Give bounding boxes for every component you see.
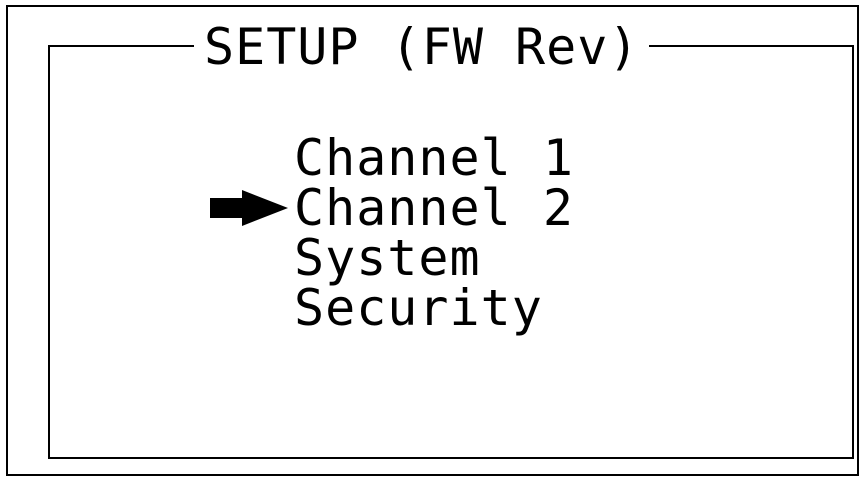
menu-item-label: System xyxy=(294,229,481,287)
menu-item-channel-2[interactable]: Channel 2 xyxy=(210,179,574,237)
menu-item-security[interactable]: Security xyxy=(294,283,574,333)
right-arrow-icon xyxy=(210,190,288,226)
menu-item-system[interactable]: System xyxy=(294,233,574,283)
setup-menu-list: Channel 1 Channel 2 System Security xyxy=(210,133,574,333)
menu-item-label: Channel 2 xyxy=(294,179,574,237)
menu-item-channel-1[interactable]: Channel 1 xyxy=(294,133,574,183)
lcd-screen: SETUP (FW Rev) Channel 1 Channel 2 Syste… xyxy=(6,5,859,476)
menu-title: SETUP (FW Rev) xyxy=(194,15,650,79)
menu-item-label: Security xyxy=(294,279,543,337)
menu-item-label: Channel 1 xyxy=(294,129,574,187)
